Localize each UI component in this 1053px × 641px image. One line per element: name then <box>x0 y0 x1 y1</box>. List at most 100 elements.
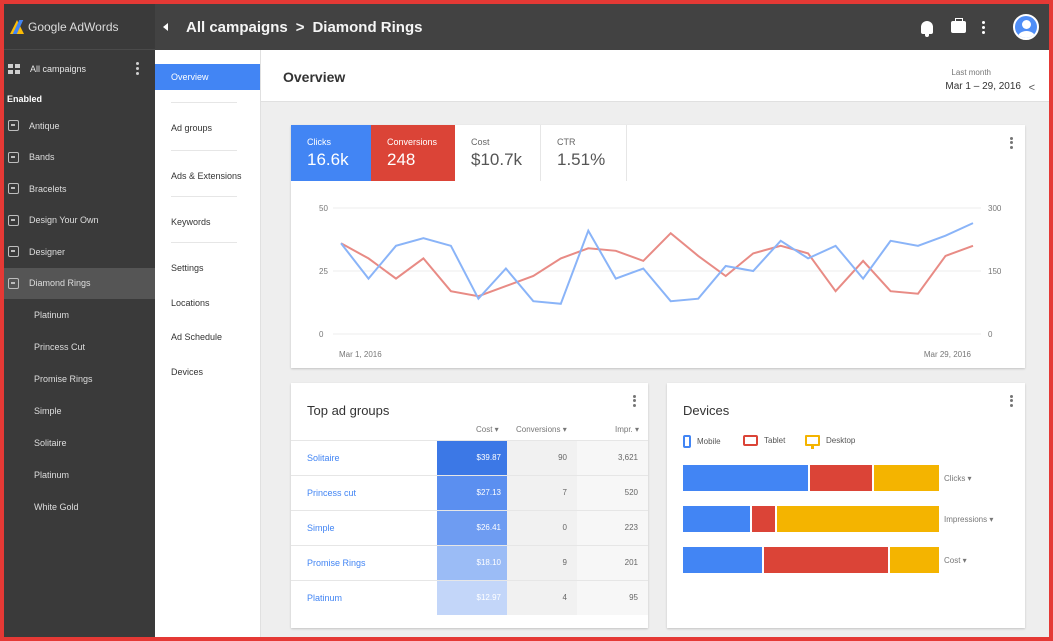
cost-cell: $26.41 <box>437 511 507 545</box>
campaign-item-diamond-rings[interactable]: Diamond Rings <box>4 267 155 299</box>
metric-value: $10.7k <box>471 150 523 169</box>
impressions-cell: 520 <box>577 476 648 510</box>
ad-group-item-simple[interactable]: Simple <box>4 395 155 427</box>
ad-group-item-platinum[interactable]: Platinum <box>4 459 155 491</box>
device-metric-selector[interactable]: Cost ▾ <box>944 556 967 565</box>
date-range-value[interactable]: Mar 1 – 29, 2016 <box>945 81 1021 92</box>
more-vert-icon[interactable] <box>982 19 985 36</box>
more-vert-icon[interactable] <box>136 62 139 76</box>
device-segment-tablet <box>762 547 888 573</box>
impressions-cell: 3,621 <box>577 441 648 475</box>
legend-mobile[interactable]: Mobile <box>683 435 721 448</box>
nav-devices[interactable]: Devices <box>155 367 261 377</box>
briefcase-icon[interactable] <box>951 18 966 33</box>
nav-overview[interactable]: Overview <box>155 64 260 90</box>
campaign-list: Antique Bands Bracelets Design Your Own Desi… <box>4 110 155 299</box>
conversions-cell: 4 <box>507 581 577 615</box>
ad-group-link[interactable]: Simple <box>307 523 335 533</box>
ad-group-link[interactable]: Solitaire <box>307 453 340 463</box>
legend-label: Mobile <box>697 437 721 446</box>
campaign-item-bands[interactable]: Bands <box>4 142 155 174</box>
metric-value: 16.6k <box>307 150 349 169</box>
avatar-icon[interactable] <box>1013 14 1039 40</box>
adwords-logo-icon <box>10 19 24 34</box>
ad-group-item-promise-rings[interactable]: Promise Rings <box>4 363 155 395</box>
metric-tab-conversions[interactable]: Conversions 248 <box>371 125 455 181</box>
device-metric-selector[interactable]: Impressions ▾ <box>944 515 993 524</box>
conversions-column-header[interactable]: Conversions ▾ <box>516 425 567 434</box>
chevron-left-icon[interactable]: < <box>1029 82 1035 94</box>
page-nav: Overview Ad groups Ads & Extensions Keyword… <box>155 50 261 637</box>
nav-locations[interactable]: Locations <box>155 298 261 308</box>
impressions-cell: 95 <box>577 581 648 615</box>
all-campaigns-label: All campaigns <box>30 64 87 74</box>
y-right-tick: 300 <box>988 204 1002 213</box>
ad-group-link[interactable]: Promise Rings <box>307 558 366 568</box>
ad-group-item-platinum[interactable]: Platinum <box>4 299 155 331</box>
y-left-tick: 50 <box>319 204 328 213</box>
more-vert-icon[interactable] <box>1010 393 1013 408</box>
metric-tab-clicks[interactable]: Clicks 16.6k <box>291 125 371 181</box>
bell-icon[interactable] <box>921 20 933 37</box>
campaign-label: Designer <box>29 246 66 257</box>
metric-label: CTR <box>557 137 576 147</box>
ad-group-link[interactable]: Princess cut <box>307 488 356 498</box>
top-bar: All campaigns > Diamond Rings <box>155 4 1049 50</box>
device-segment-mobile <box>683 465 809 491</box>
all-campaigns-item[interactable]: All campaigns <box>4 50 155 88</box>
campaign-item-design-your-own[interactable]: Design Your Own <box>4 205 155 237</box>
campaign-item-bracelets[interactable]: Bracelets <box>4 173 155 205</box>
breadcrumb-parent[interactable]: All campaigns <box>186 19 288 36</box>
conversions-cell: 9 <box>507 546 577 580</box>
cost-cell: $39.87 <box>437 441 507 475</box>
tablet-icon <box>743 435 758 446</box>
nav-ad-groups[interactable]: Ad groups <box>155 123 261 133</box>
devices-card: Devices Mobile Tablet Desktop Clicks ▾ Impr… <box>667 383 1025 628</box>
ad-group-list: Platinum Princess Cut Promise Rings Simple S… <box>4 299 155 523</box>
metric-label: Clicks <box>307 137 331 147</box>
breadcrumb-separator: > <box>295 18 305 36</box>
brand[interactable]: Google AdWords <box>4 4 155 50</box>
legend-desktop[interactable]: Desktop <box>805 435 855 449</box>
grid-icon <box>8 64 20 74</box>
device-segment-mobile <box>683 506 750 532</box>
metric-tab-cost[interactable]: Cost $10.7k <box>455 125 541 181</box>
nav-ads-extensions[interactable]: Ads & Extensions <box>155 171 261 181</box>
campaign-icon <box>8 151 19 163</box>
ad-group-item-white-gold[interactable]: White Gold <box>4 491 155 523</box>
conversions-cell: 0 <box>507 511 577 545</box>
cost-column-header[interactable]: Cost ▾ <box>476 425 499 434</box>
nav-keywords[interactable]: Keywords <box>155 217 261 227</box>
campaign-label: Antique <box>29 120 60 131</box>
collapse-arrow-icon[interactable] <box>163 23 168 31</box>
ad-group-item-princess-cut[interactable]: Princess Cut <box>4 331 155 363</box>
metric-label: Conversions <box>387 137 438 147</box>
nav-divider <box>171 150 237 151</box>
metric-tab-ctr[interactable]: CTR 1.51% <box>541 125 627 181</box>
impressions-cell: 201 <box>577 546 648 580</box>
table-row: Solitaire $39.87 90 3,621 <box>291 440 648 475</box>
legend-tablet[interactable]: Tablet <box>743 435 785 446</box>
metric-label: Cost <box>471 137 490 147</box>
x-tick-end: Mar 29, 2016 <box>924 350 972 359</box>
ad-group-item-solitaire[interactable]: Solitaire <box>4 427 155 459</box>
more-vert-icon[interactable] <box>633 393 636 408</box>
campaign-icon <box>8 183 19 195</box>
campaign-item-antique[interactable]: Antique <box>4 110 155 142</box>
campaign-label: Bands <box>29 152 55 163</box>
more-vert-icon[interactable] <box>1010 135 1013 150</box>
impressions-column-header[interactable]: Impr. ▾ <box>615 425 639 434</box>
main-content: Overview Last month Mar 1 – 29, 2016 < C… <box>261 50 1049 637</box>
campaign-icon <box>8 277 19 289</box>
nav-ad-schedule[interactable]: Ad Schedule <box>155 332 261 342</box>
y-right-tick: 0 <box>988 330 993 339</box>
campaign-item-designer[interactable]: Designer <box>4 236 155 268</box>
ad-group-link[interactable]: Platinum <box>307 593 342 603</box>
nav-settings[interactable]: Settings <box>155 263 261 273</box>
x-tick-start: Mar 1, 2016 <box>339 350 382 359</box>
brand-name: Google AdWords <box>28 19 119 34</box>
device-segment-desktop <box>887 547 939 573</box>
device-segment-tablet <box>749 506 776 532</box>
table-row: Platinum $12.97 4 95 <box>291 580 648 615</box>
device-metric-selector[interactable]: Clicks ▾ <box>944 474 972 483</box>
